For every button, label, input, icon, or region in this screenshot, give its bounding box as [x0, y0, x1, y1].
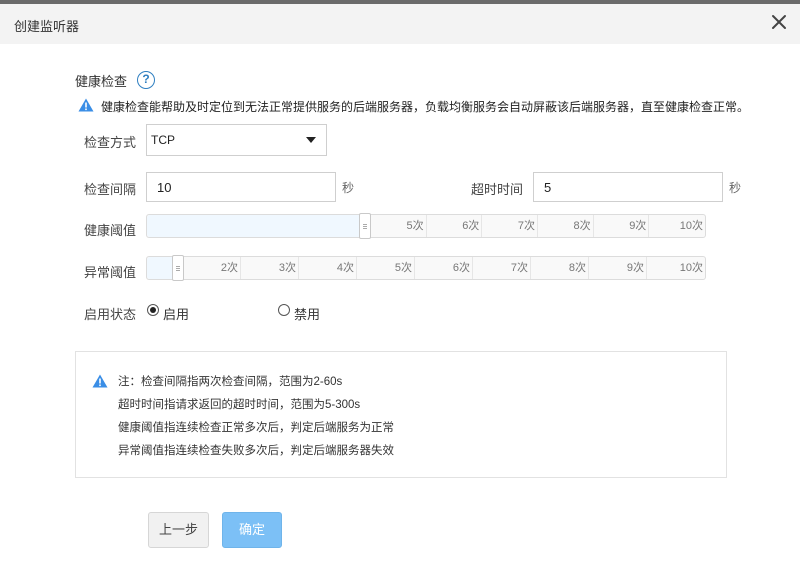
status-enabled-label[interactable]: 启用: [163, 304, 189, 323]
dialog-title: 创建监听器: [14, 19, 80, 34]
warning-icon: [78, 98, 94, 115]
note-line: 超时时间指请求返回的超时时间，范围为5-300s: [118, 399, 361, 411]
healthy-threshold-tick[interactable]: 6次: [427, 215, 483, 237]
unhealthy-threshold-tick[interactable]: 8次: [531, 257, 589, 279]
unhealthy-threshold-tick[interactable]: 7次: [473, 257, 531, 279]
unhealthy-threshold-tick[interactable]: 4次: [299, 257, 357, 279]
healthy-threshold-tick[interactable]: 9次: [594, 215, 650, 237]
method-label: 检查方式: [84, 135, 137, 150]
unhealthy-threshold-tick[interactable]: 10次: [647, 257, 705, 279]
unhealthy-threshold-fill: [147, 257, 175, 279]
confirm-button[interactable]: 确定: [222, 512, 282, 548]
help-icon[interactable]: ?: [137, 71, 155, 89]
unhealthy-threshold-tick[interactable]: 2次: [183, 257, 241, 279]
timeout-unit: 秒: [729, 181, 742, 195]
close-icon[interactable]: [769, 12, 789, 32]
healthy-threshold-tick[interactable]: 10次: [649, 215, 705, 237]
status-disabled-label[interactable]: 禁用: [294, 304, 320, 323]
healthy-threshold-label: 健康阈值: [84, 223, 137, 238]
method-select[interactable]: TCP: [146, 124, 327, 156]
healthy-threshold-fill: [147, 215, 365, 237]
unhealthy-threshold-label: 异常阈值: [84, 265, 137, 280]
unhealthy-threshold-slider[interactable]: 2次 3次 4次 5次 6次 7次 8次 9次 10次: [146, 255, 706, 281]
prev-button[interactable]: 上一步: [148, 512, 209, 548]
unhealthy-threshold-tick[interactable]: 5次: [357, 257, 415, 279]
healthy-threshold-tick[interactable]: 7次: [482, 215, 538, 237]
note-line: 异常阈值指连续检查失败多次后，判定后端服务器失效: [118, 445, 394, 457]
notes-warning-icon: [92, 374, 108, 391]
healthy-threshold-slider[interactable]: 5次 6次 7次 8次 9次 10次: [146, 213, 706, 239]
notes-box: 注：检查间隔指两次检查间隔，范围为2-60s 超时时间指请求返回的超时时间，范围…: [75, 351, 727, 478]
note-line: 注：检查间隔指两次检查间隔，范围为2-60s: [118, 376, 343, 388]
healthy-threshold-ticks: 5次 6次 7次 8次 9次 10次: [371, 215, 705, 237]
status-label: 启用状态: [84, 307, 137, 322]
unhealthy-threshold-tick[interactable]: 3次: [241, 257, 299, 279]
status-enabled-radio[interactable]: [147, 304, 159, 316]
timeout-input[interactable]: [533, 172, 723, 202]
section-title: 健康检查: [75, 74, 128, 89]
unhealthy-threshold-tick[interactable]: 9次: [589, 257, 647, 279]
caret-down-icon: [306, 137, 316, 143]
timeout-label: 超时时间: [471, 182, 524, 197]
interval-label: 检查间隔: [84, 182, 137, 197]
healthy-threshold-tick[interactable]: 8次: [538, 215, 594, 237]
dialog-header: 创建监听器: [0, 4, 800, 44]
note-line: 健康阈值指连续检查正常多次后，判定后端服务为正常: [118, 422, 394, 434]
warning-text: 健康检查能帮助及时定位到无法正常提供服务的后端服务器，负载均衡服务会自动屏蔽该后…: [101, 100, 750, 114]
unhealthy-threshold-ticks: 2次 3次 4次 5次 6次 7次 8次 9次 10次: [183, 257, 705, 279]
unhealthy-threshold-tick[interactable]: 6次: [415, 257, 473, 279]
interval-unit: 秒: [342, 181, 355, 195]
method-value: TCP: [151, 133, 175, 147]
status-disabled-radio[interactable]: [278, 304, 290, 316]
healthy-threshold-handle[interactable]: [359, 213, 371, 239]
unhealthy-threshold-handle[interactable]: [172, 255, 184, 281]
healthy-threshold-tick[interactable]: 5次: [371, 215, 427, 237]
interval-input[interactable]: [146, 172, 336, 202]
